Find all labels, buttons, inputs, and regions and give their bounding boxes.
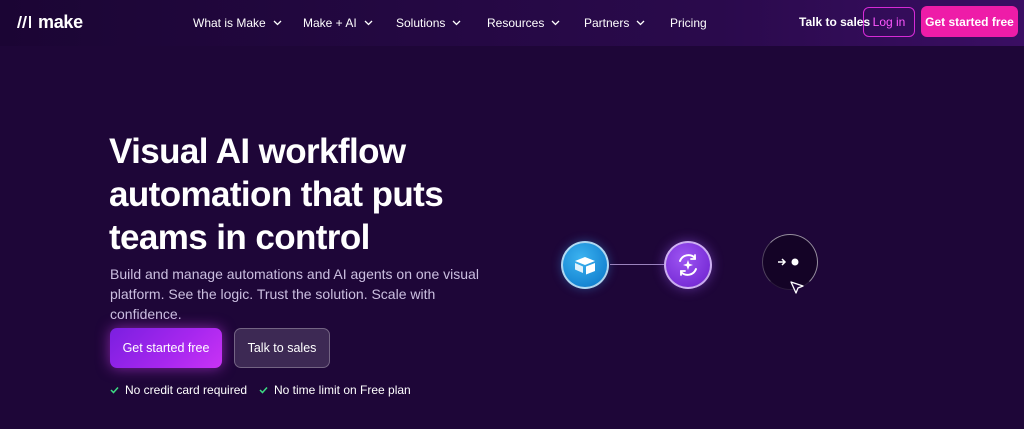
connector-line <box>610 264 664 265</box>
chevron-down-icon <box>551 20 560 26</box>
hero-title-line: teams in control <box>109 218 370 257</box>
chevron-down-icon <box>452 20 461 26</box>
perk-label: No time limit on Free plan <box>274 383 411 397</box>
perk-no-credit-card: No credit card required <box>110 382 247 398</box>
get-started-button[interactable]: Get started free <box>110 328 222 368</box>
talk-to-sales-link[interactable]: Talk to sales <box>799 15 870 29</box>
ai-agent-node <box>664 241 712 289</box>
hero-subtitle-line: platform. See the logic. Trust the solut… <box>110 286 436 322</box>
login-button[interactable]: Log in <box>863 7 915 37</box>
nav-item-make-ai[interactable]: Make + AI <box>303 14 373 32</box>
nav-item-label: Resources <box>487 16 545 30</box>
ai-agent-icon <box>679 254 697 276</box>
airtable-icon <box>575 257 595 275</box>
perk-no-time-limit: No time limit on Free plan <box>259 382 411 398</box>
nav-item-label: Partners <box>584 16 630 30</box>
talk-to-sales-button[interactable]: Talk to sales <box>234 328 330 368</box>
chevron-down-icon <box>273 20 282 26</box>
hero-title: Visual AI workflow automation that puts … <box>109 130 469 259</box>
nav-item-what-is-make[interactable]: What is Make <box>193 14 282 32</box>
workflow-illustration <box>540 220 840 310</box>
hero-subtitle: Build and manage automations and AI agen… <box>110 264 500 324</box>
nav-item-label: Solutions <box>396 16 446 30</box>
nav-item-resources[interactable]: Resources <box>487 14 560 32</box>
nav-item-solutions[interactable]: Solutions <box>396 14 461 32</box>
hero-title-line: automation that puts <box>109 175 444 214</box>
chevron-down-icon <box>364 20 373 26</box>
cursor-pointer-icon <box>790 281 804 294</box>
airtable-node <box>561 241 609 289</box>
hero-title-line: Visual AI workflow <box>109 132 406 171</box>
next-step-icon <box>778 258 799 266</box>
check-icon <box>259 386 268 394</box>
chevron-down-icon <box>636 20 645 26</box>
get-started-header-button[interactable]: Get started free <box>921 6 1018 37</box>
hero-subtitle-line: Build and manage automations and AI agen… <box>110 266 479 282</box>
nav-item-label: Pricing <box>670 16 707 30</box>
top-nav-bar: make What is Make Make + AI Solutions Re… <box>0 0 1024 46</box>
nav-item-pricing[interactable]: Pricing <box>670 14 707 32</box>
nav-item-label: What is Make <box>193 16 266 30</box>
perk-label: No credit card required <box>125 383 248 397</box>
nav-item-label: Make + AI <box>303 16 357 30</box>
nav-item-partners[interactable]: Partners <box>584 14 645 32</box>
check-icon <box>110 386 119 394</box>
